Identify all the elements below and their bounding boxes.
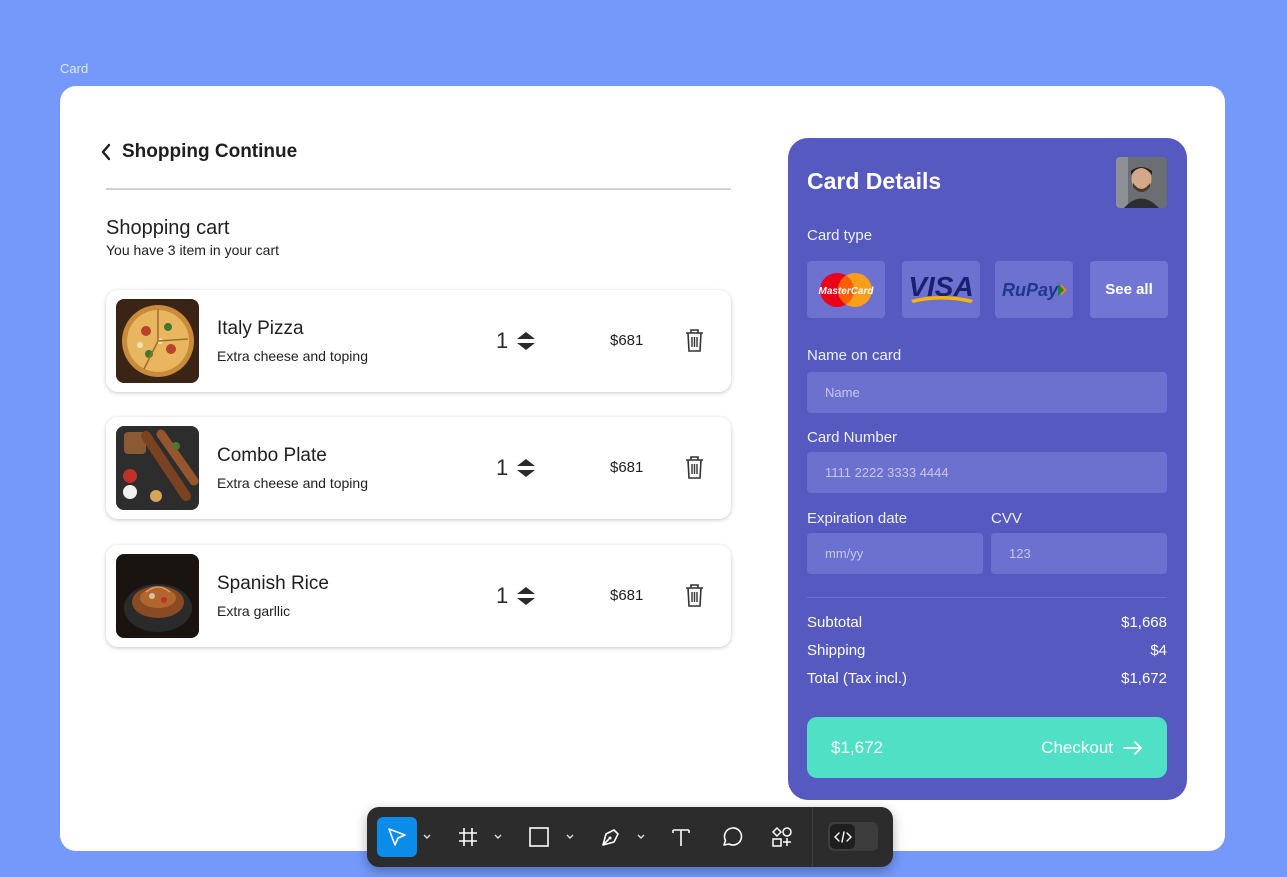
back-link[interactable]: Shopping Continue bbox=[100, 141, 297, 163]
item-quantity: 1 bbox=[496, 583, 509, 608]
move-tool-button[interactable] bbox=[377, 817, 417, 857]
mastercard-logo-icon: MasterCard bbox=[818, 272, 874, 307]
item-name: Italy Pizza bbox=[217, 318, 304, 339]
item-name: Spanish Rice bbox=[217, 573, 329, 594]
move-tool-dropdown[interactable] bbox=[420, 817, 434, 857]
checkout-label: Checkout bbox=[1041, 737, 1113, 757]
spanish-rice-image bbox=[116, 554, 199, 638]
total-row: Total (Tax incl.) $1,672 bbox=[807, 670, 1167, 687]
dev-mode-icon bbox=[833, 830, 852, 843]
card-details-panel: Card Details Card type MasterCard VISA R… bbox=[788, 138, 1187, 800]
panel-title: Card Details bbox=[807, 168, 942, 194]
cvv-input[interactable] bbox=[991, 533, 1167, 574]
arrow-right-icon bbox=[1123, 740, 1142, 755]
dev-mode-knob bbox=[830, 824, 855, 849]
trash-icon[interactable] bbox=[684, 583, 705, 608]
cart-item: Combo Plate Extra cheese and toping 1 $6… bbox=[106, 417, 731, 519]
trash-icon[interactable] bbox=[684, 455, 705, 480]
item-price: $681 bbox=[610, 459, 644, 476]
mastercard-logo-text: MasterCard bbox=[818, 286, 874, 297]
dev-mode-toggle[interactable] bbox=[828, 822, 878, 851]
expiration-input[interactable] bbox=[807, 533, 983, 574]
quantity-stepper-icon[interactable] bbox=[515, 457, 537, 479]
actions-tool-icon bbox=[771, 826, 792, 847]
frame-tool-dropdown[interactable] bbox=[491, 817, 505, 857]
cart-subtitle: You have 3 item in your cart bbox=[106, 242, 280, 258]
text-tool-button[interactable] bbox=[664, 817, 698, 857]
checkout-button[interactable]: $1,672 Checkout bbox=[807, 717, 1167, 778]
chevron-down-icon bbox=[494, 834, 502, 839]
visa-logo-icon: VISA bbox=[908, 271, 974, 303]
item-description: Extra cheese and toping bbox=[217, 475, 368, 491]
pen-tool-button[interactable] bbox=[594, 817, 628, 857]
comment-tool-icon bbox=[723, 827, 743, 846]
card-number-input[interactable] bbox=[807, 452, 1167, 493]
subtotal-value: $1,668 bbox=[1121, 614, 1167, 631]
toolbar-divider bbox=[812, 807, 813, 867]
actions-tool-button[interactable] bbox=[765, 817, 799, 857]
combo-plate-image bbox=[116, 426, 199, 510]
cvv-label: CVV bbox=[991, 510, 1022, 527]
item-price: $681 bbox=[610, 332, 644, 349]
back-link-label: Shopping Continue bbox=[122, 141, 298, 162]
chevron-down-icon bbox=[423, 834, 431, 839]
shipping-value: $4 bbox=[1150, 642, 1167, 659]
cart-item: Spanish Rice Extra garllic 1 $681 bbox=[106, 545, 731, 647]
cart-title: Shopping cart bbox=[106, 217, 230, 239]
name-on-card-label: Name on card bbox=[807, 347, 902, 364]
item-quantity: 1 bbox=[496, 455, 509, 480]
total-label: Total (Tax incl.) bbox=[807, 670, 908, 687]
pen-tool-icon bbox=[602, 829, 619, 846]
rupay-logo-icon: RuPay bbox=[1002, 280, 1067, 300]
item-name: Combo Plate bbox=[217, 445, 327, 466]
item-price: $681 bbox=[610, 587, 644, 604]
pizza-image bbox=[116, 299, 199, 383]
expiration-label: Expiration date bbox=[807, 510, 908, 527]
see-all-button[interactable]: See all bbox=[1090, 261, 1168, 318]
move-tool-icon bbox=[388, 828, 406, 846]
shipping-label: Shipping bbox=[807, 642, 866, 659]
rupay-option[interactable]: RuPay bbox=[995, 261, 1073, 318]
divider bbox=[106, 188, 731, 190]
card-number-label: Card Number bbox=[807, 429, 898, 446]
mastercard-option[interactable]: MasterCard bbox=[807, 261, 885, 318]
checkout-amount: $1,672 bbox=[831, 737, 883, 757]
comment-tool-button[interactable] bbox=[715, 817, 749, 857]
subtotal-row: Subtotal $1,668 bbox=[807, 614, 1167, 631]
item-description: Extra garllic bbox=[217, 603, 291, 619]
chevron-left-icon bbox=[101, 143, 111, 161]
chevron-down-icon bbox=[637, 834, 645, 839]
rectangle-tool-dropdown[interactable] bbox=[563, 817, 577, 857]
item-quantity: 1 bbox=[496, 328, 509, 353]
design-toolbar bbox=[367, 807, 893, 867]
visa-option[interactable]: VISA bbox=[902, 261, 980, 318]
item-description: Extra cheese and toping bbox=[217, 348, 368, 364]
name-input[interactable] bbox=[807, 372, 1167, 413]
summary-divider bbox=[807, 597, 1167, 598]
frame-label: Card bbox=[60, 61, 89, 76]
quantity-stepper-icon[interactable] bbox=[515, 585, 537, 607]
trash-icon[interactable] bbox=[684, 328, 705, 353]
cart-item: Italy Pizza Extra cheese and toping 1 $6… bbox=[106, 290, 731, 392]
rectangle-tool-button[interactable] bbox=[522, 817, 556, 857]
rupay-logo-text: RuPay bbox=[1002, 280, 1059, 300]
pen-tool-dropdown[interactable] bbox=[634, 817, 648, 857]
shipping-row: Shipping $4 bbox=[807, 642, 1167, 659]
frame-tool-button[interactable] bbox=[451, 817, 485, 857]
chevron-down-icon bbox=[566, 834, 574, 839]
rectangle-tool-icon bbox=[529, 827, 549, 847]
text-tool-icon bbox=[672, 829, 690, 846]
subtotal-label: Subtotal bbox=[807, 614, 863, 631]
frame-tool-icon bbox=[459, 828, 477, 846]
quantity-stepper-icon[interactable] bbox=[515, 330, 537, 352]
avatar[interactable] bbox=[1116, 157, 1167, 208]
total-value: $1,672 bbox=[1121, 670, 1167, 687]
card-type-label: Card type bbox=[807, 227, 873, 244]
